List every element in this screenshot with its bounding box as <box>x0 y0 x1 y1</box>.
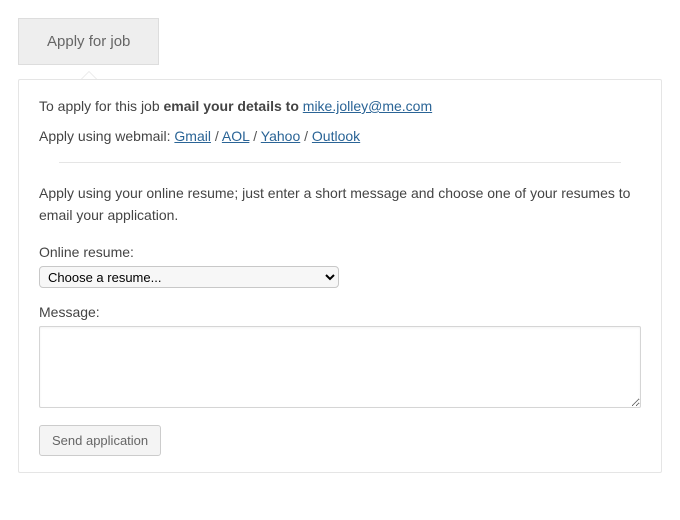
intro-line: To apply for this job email your details… <box>39 98 641 114</box>
online-resume-label: Online resume: <box>39 244 641 260</box>
resume-info-text: Apply using your online resume; just ent… <box>39 183 641 226</box>
webmail-link-gmail[interactable]: Gmail <box>174 128 211 144</box>
webmail-prefix: Apply using webmail: <box>39 128 174 144</box>
separator: / <box>300 128 312 144</box>
section-divider <box>59 162 621 163</box>
webmail-line: Apply using webmail: Gmail / AOL / Yahoo… <box>39 128 641 144</box>
webmail-link-outlook[interactable]: Outlook <box>312 128 360 144</box>
apply-tab-label: Apply for job <box>47 33 130 50</box>
separator: / <box>211 128 222 144</box>
online-resume-select[interactable]: Choose a resume... <box>39 266 339 288</box>
message-textarea[interactable] <box>39 326 641 408</box>
webmail-link-yahoo[interactable]: Yahoo <box>261 128 300 144</box>
apply-email-link[interactable]: mike.jolley@me.com <box>303 98 432 114</box>
webmail-link-aol[interactable]: AOL <box>222 128 250 144</box>
apply-panel: To apply for this job email your details… <box>18 79 662 473</box>
send-button-label: Send application <box>52 433 148 448</box>
message-label: Message: <box>39 304 641 320</box>
intro-prefix: To apply for this job <box>39 98 164 114</box>
separator: / <box>249 128 260 144</box>
send-application-button[interactable]: Send application <box>39 425 161 456</box>
intro-bold: email your details to <box>164 98 303 114</box>
tab-pointer-icon <box>81 71 97 79</box>
apply-for-job-tab[interactable]: Apply for job <box>18 18 159 65</box>
